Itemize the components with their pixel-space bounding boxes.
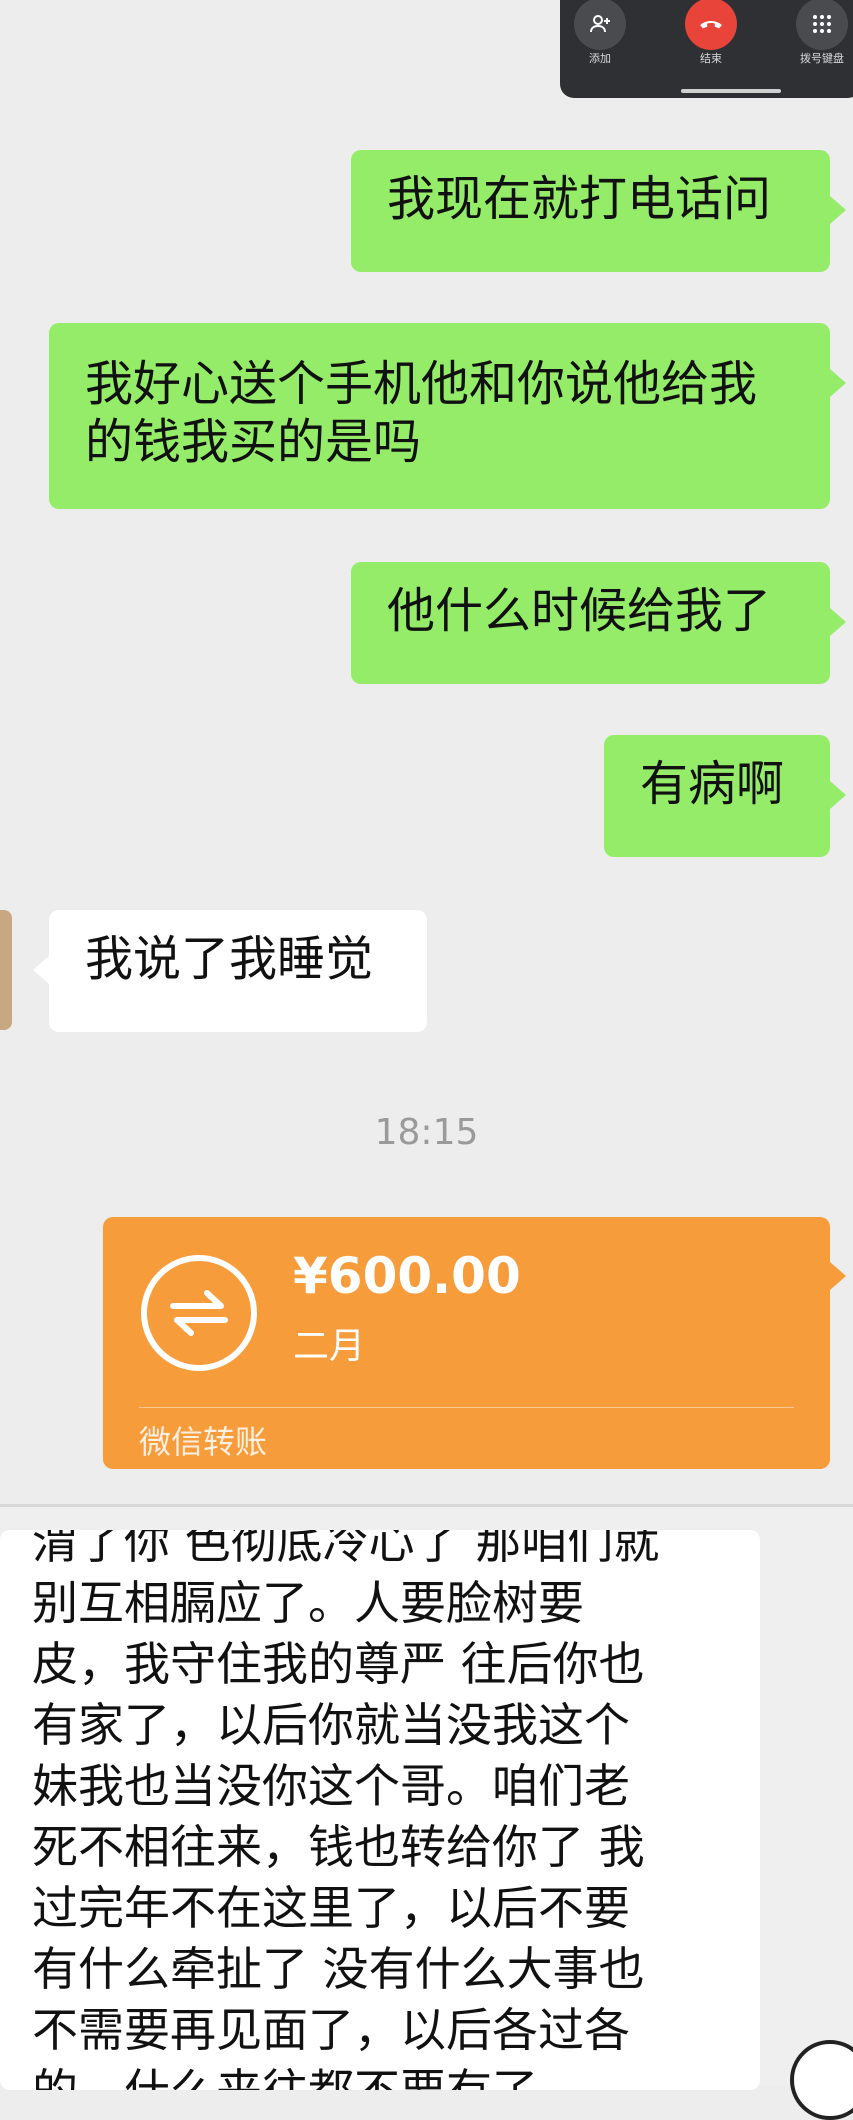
message-text-line: 皮，我守住我的尊严 往后你也 xyxy=(32,1637,645,1691)
message-bubble-sent[interactable]: 我好心送个手机他和你说他给我 的钱我买的是吗 xyxy=(49,323,830,509)
transfer-arrows-icon xyxy=(141,1255,257,1371)
message-bubble-sent[interactable]: 他什么时候给我了 xyxy=(351,562,830,684)
message-text-line: 我好心送个手机他和你说他给我 xyxy=(85,356,758,412)
message-bubble-sent[interactable]: 有病啊 xyxy=(604,735,830,857)
transfer-amount: ¥600.00 xyxy=(293,1247,521,1305)
message-text: 我现在就打电话问 xyxy=(387,171,772,227)
drag-handle[interactable] xyxy=(681,89,781,93)
message-text-line: 的，什么来往都不要有了 xyxy=(32,2061,736,2090)
add-person-icon xyxy=(590,15,610,33)
message-text-line: 过完年不在这里了，以后不要 xyxy=(32,1881,630,1935)
add-call-label: 添加 xyxy=(589,52,611,65)
contact-avatar[interactable] xyxy=(0,910,12,1030)
wechat-transfer-card[interactable]: ¥600.00 二月 微信转账 xyxy=(103,1217,830,1469)
bubble-tail xyxy=(830,369,846,397)
bubble-tail xyxy=(830,1262,846,1290)
add-call-button[interactable] xyxy=(574,0,626,50)
hang-up-icon xyxy=(700,21,722,29)
message-text-line: 有家了，以后你就当没我这个 xyxy=(32,1698,630,1752)
bubble-tail xyxy=(830,608,846,636)
call-control-panel: 添加 结束 拨号键盘 xyxy=(560,0,853,98)
message-text: 他什么时候给我了 xyxy=(387,583,772,639)
message-text-line: 别互相膈应了。人要脸树要 xyxy=(32,1576,584,1630)
message-text: 有病啊 xyxy=(640,756,785,812)
bubble-tail xyxy=(830,781,846,809)
keypad-label: 拨号键盘 xyxy=(800,52,844,65)
message-text-line: 妹我也当没你这个哥。咱们老 xyxy=(32,1759,630,1813)
keypad-button[interactable] xyxy=(796,0,848,50)
transfer-note: 二月 xyxy=(293,1326,366,1367)
transfer-label: 微信转账 xyxy=(139,1423,268,1461)
message-text-line: 有什么牵扯了 没有什么大事也 xyxy=(32,1942,645,1996)
keypad-icon xyxy=(813,15,831,33)
bubble-tail xyxy=(830,196,846,224)
chat-timestamp: 18:15 xyxy=(374,1112,479,1153)
message-bubble-sent[interactable]: 我现在就打电话问 xyxy=(351,150,830,272)
message-text-line: 的钱我买的是吗 xyxy=(85,414,422,470)
long-message-bubble[interactable]: 渭了你 色彻底冷心了 那咱们就 别互相膈应了。人要脸树要 皮，我守住我的尊严 往… xyxy=(0,1530,760,2090)
message-text-line: 渭了你 色彻底冷心了 那咱们就 xyxy=(32,1530,660,1569)
message-text-line: 死不相往来，钱也转给你了 我 xyxy=(32,1820,645,1874)
end-call-label: 结束 xyxy=(700,52,722,65)
message-text: 我说了我睡觉 xyxy=(85,931,374,987)
bubble-tail xyxy=(33,956,49,984)
end-call-button[interactable] xyxy=(685,0,737,50)
divider xyxy=(139,1407,794,1408)
message-text-line: 不需要再见面了，以后各过各 xyxy=(32,2003,630,2057)
message-bubble-received[interactable]: 我说了我睡觉 xyxy=(49,910,427,1032)
